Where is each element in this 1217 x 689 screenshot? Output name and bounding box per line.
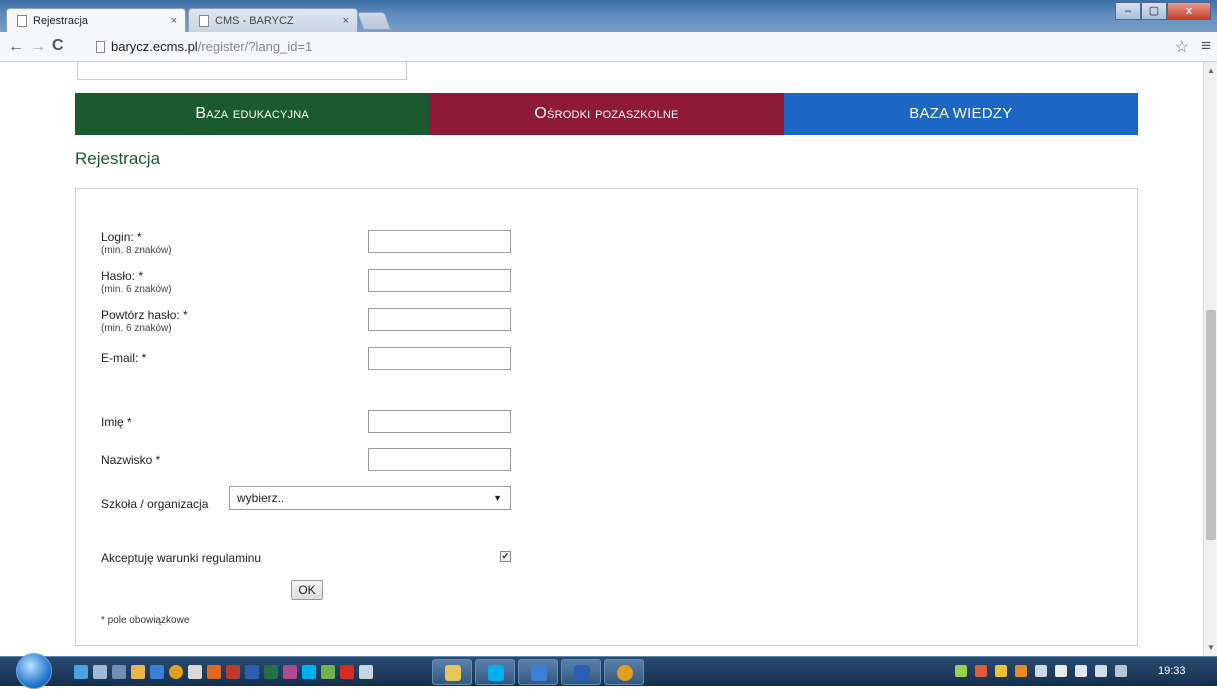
nav-osrodki-pozaszkolne[interactable]: Ośrodki pozaszkolne bbox=[429, 93, 784, 135]
app-icon[interactable] bbox=[112, 665, 126, 679]
back-arrow-icon[interactable]: ← bbox=[8, 38, 24, 56]
volume-icon[interactable] bbox=[1075, 665, 1087, 677]
new-tab-button[interactable] bbox=[356, 12, 392, 30]
app-icon[interactable] bbox=[321, 665, 335, 679]
tab-title: CMS - BARYCZ bbox=[215, 15, 294, 27]
school-select-value: wybierz.. bbox=[237, 491, 285, 505]
app-icon[interactable] bbox=[188, 665, 202, 679]
quick-launch bbox=[74, 665, 373, 679]
pdf-icon[interactable] bbox=[340, 665, 354, 679]
maximize-button[interactable]: ▢ bbox=[1141, 2, 1167, 20]
browser-menu-icon[interactable]: ≡ bbox=[1201, 36, 1211, 56]
school-label: Szkoła / organizacja bbox=[101, 497, 209, 511]
accept-terms-checkbox[interactable]: ✔ bbox=[500, 551, 511, 562]
page-info-icon bbox=[96, 41, 105, 53]
word-icon[interactable] bbox=[245, 665, 259, 679]
taskbar-chrome[interactable] bbox=[604, 659, 644, 685]
browser-toolbar: ← → C barycz.ecms.pl/register/?lang_id=1… bbox=[0, 32, 1217, 62]
tab-close-icon[interactable]: × bbox=[343, 9, 349, 33]
app-icon[interactable] bbox=[93, 665, 107, 679]
browser-tab-strip: Rejestracja × CMS - BARYCZ × – ▢ x bbox=[0, 0, 1217, 32]
taskbar-ie[interactable] bbox=[518, 659, 558, 685]
address-bar[interactable]: barycz.ecms.pl/register/?lang_id=1 bbox=[92, 36, 1202, 58]
tray-icon[interactable] bbox=[975, 665, 987, 677]
app-icon[interactable] bbox=[131, 665, 145, 679]
network-icon[interactable] bbox=[1095, 665, 1107, 677]
main-navigation: Baza edukacyjna Ośrodki pozaszkolne BAZA… bbox=[75, 93, 1138, 135]
chrome-icon[interactable] bbox=[169, 665, 183, 679]
nav-baza-wiedzy[interactable]: BAZA WIEDZY bbox=[783, 93, 1138, 135]
tab-title: Rejestracja bbox=[33, 15, 89, 27]
accept-terms-label: Akceptuję warunki regulaminu bbox=[101, 551, 262, 565]
system-tray bbox=[955, 665, 1127, 677]
forward-arrow-icon[interactable]: → bbox=[30, 38, 46, 56]
taskbar-explorer[interactable] bbox=[432, 659, 472, 685]
start-button[interactable] bbox=[16, 653, 52, 689]
windows-taskbar: 19:33 bbox=[0, 653, 1217, 689]
bookmark-star-icon[interactable]: ☆ bbox=[1175, 37, 1189, 57]
password-label: Hasło: * (min. 6 znaków) bbox=[101, 269, 172, 295]
repeat-password-input[interactable] bbox=[368, 308, 511, 331]
excel-icon[interactable] bbox=[264, 665, 278, 679]
office-icon[interactable] bbox=[207, 665, 221, 679]
minimize-button[interactable]: – bbox=[1115, 2, 1141, 20]
scroll-down-icon[interactable]: ▼ bbox=[1207, 643, 1215, 652]
tray-icon[interactable] bbox=[1035, 665, 1047, 677]
nav-baza-edukacyjna[interactable]: Baza edukacyjna bbox=[75, 93, 430, 135]
registration-form: Login: * (min. 8 znaków) Hasło: * (min. … bbox=[75, 188, 1138, 646]
password-input[interactable] bbox=[368, 269, 511, 292]
required-fields-note: * pole obowiązkowe bbox=[101, 615, 190, 626]
url-text: barycz.ecms.pl/register/?lang_id=1 bbox=[111, 39, 313, 54]
powerpoint-icon[interactable] bbox=[226, 665, 240, 679]
email-label: E-mail: * bbox=[101, 351, 147, 365]
header-box bbox=[77, 62, 407, 80]
first-name-label: Imię * bbox=[101, 415, 132, 429]
close-window-button[interactable]: x bbox=[1167, 2, 1211, 20]
ok-button[interactable]: OK bbox=[291, 580, 323, 600]
scroll-up-icon[interactable]: ▲ bbox=[1207, 66, 1215, 75]
taskbar-apps bbox=[432, 659, 644, 685]
page-icon bbox=[17, 15, 27, 27]
app-icon[interactable] bbox=[359, 665, 373, 679]
app-icon[interactable] bbox=[283, 665, 297, 679]
dropdown-arrow-icon: ▼ bbox=[493, 493, 502, 503]
tab-rejestracja[interactable]: Rejestracja × bbox=[6, 8, 186, 32]
tab-close-icon[interactable]: × bbox=[171, 9, 177, 33]
tray-icon[interactable] bbox=[955, 665, 967, 677]
tab-cms-barycz[interactable]: CMS - BARYCZ × bbox=[188, 8, 358, 32]
tray-icon[interactable] bbox=[1015, 665, 1027, 677]
taskbar-skype[interactable] bbox=[475, 659, 515, 685]
repeat-password-label: Powtórz hasło: * (min. 6 znaków) bbox=[101, 308, 188, 334]
taskbar-clock[interactable]: 19:33 bbox=[1158, 665, 1186, 677]
skype-icon[interactable] bbox=[302, 665, 316, 679]
page-scrollbar[interactable]: ▲ ▼ bbox=[1203, 62, 1217, 656]
login-input[interactable] bbox=[368, 230, 511, 253]
school-select[interactable]: wybierz.. ▼ bbox=[229, 486, 511, 510]
page-icon bbox=[199, 15, 209, 27]
ie-icon[interactable] bbox=[150, 665, 164, 679]
scroll-thumb[interactable] bbox=[1206, 310, 1216, 540]
page-title: Rejestracja bbox=[75, 149, 161, 168]
last-name-input[interactable] bbox=[368, 448, 511, 471]
battery-icon[interactable] bbox=[1055, 665, 1067, 677]
login-label: Login: * (min. 8 znaków) bbox=[101, 230, 172, 256]
reload-icon[interactable]: C bbox=[52, 37, 64, 55]
taskbar-word[interactable] bbox=[561, 659, 601, 685]
app-icon[interactable] bbox=[74, 665, 88, 679]
window-controls: – ▢ x bbox=[1115, 2, 1211, 20]
tray-icon[interactable] bbox=[1115, 665, 1127, 677]
email-input[interactable] bbox=[368, 347, 511, 370]
tray-icon[interactable] bbox=[995, 665, 1007, 677]
last-name-label: Nazwisko * bbox=[101, 453, 161, 467]
first-name-input[interactable] bbox=[368, 410, 511, 433]
page-viewport: Baza edukacyjna Ośrodki pozaszkolne BAZA… bbox=[0, 62, 1203, 656]
